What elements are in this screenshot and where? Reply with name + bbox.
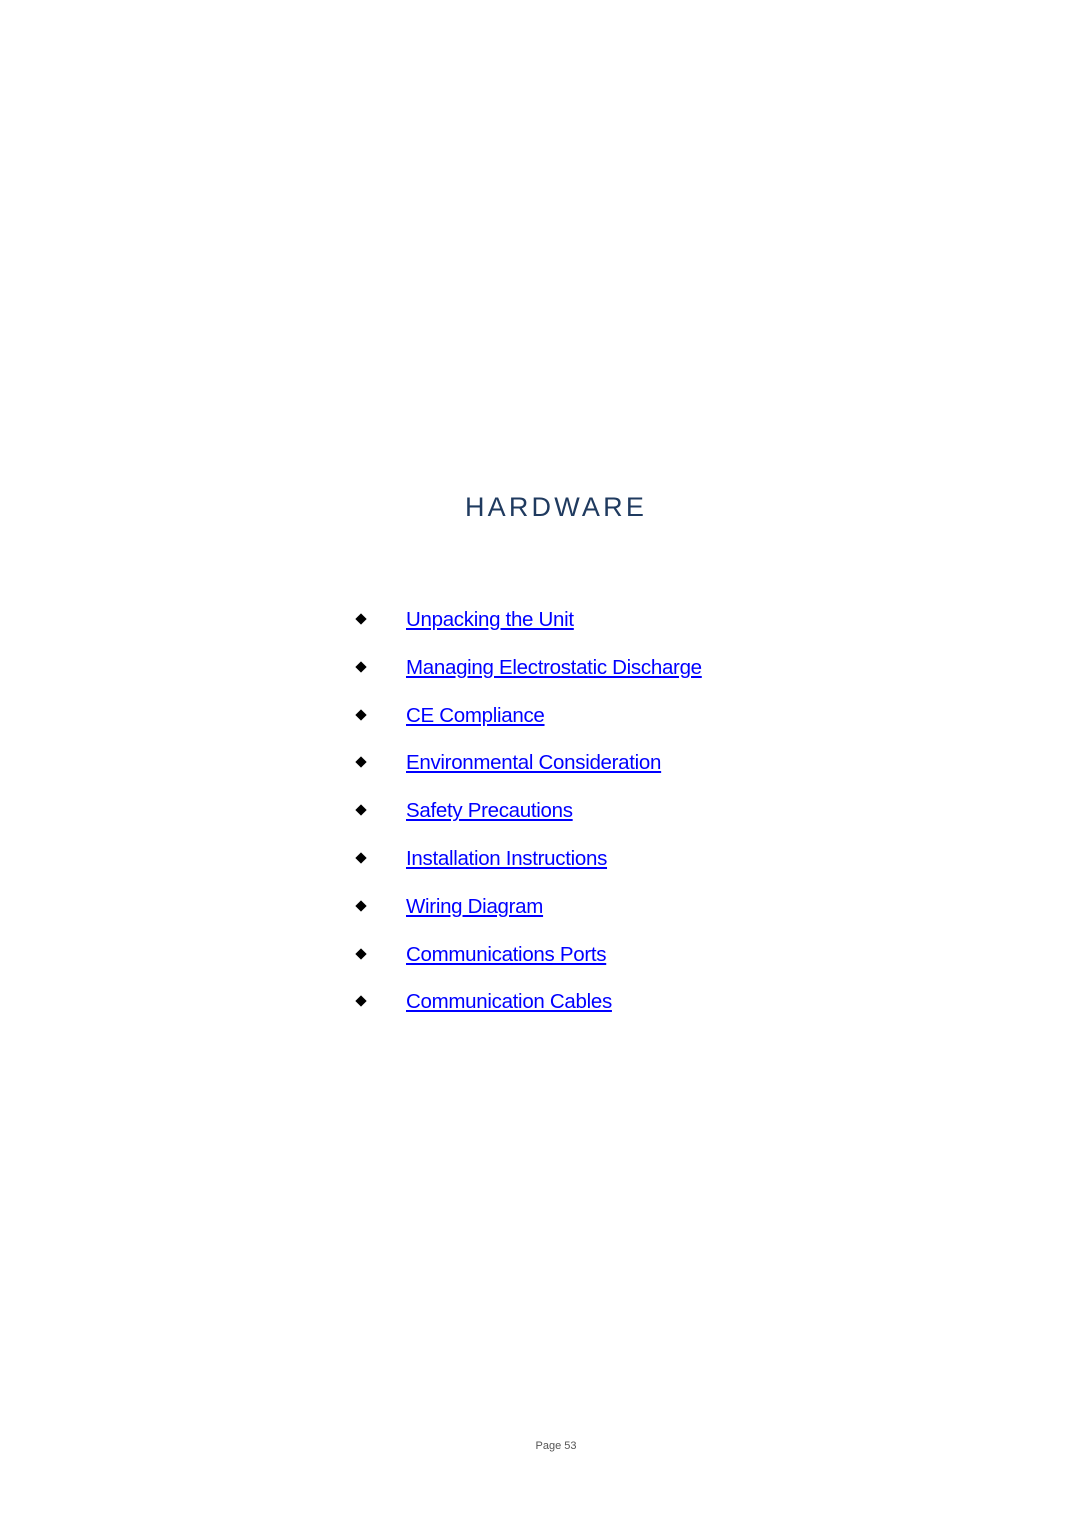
toc-link-communications-ports[interactable]: Communications Ports [406, 940, 607, 970]
diamond-bullet-icon [354, 605, 368, 635]
toc-item-safety: Safety Precautions [354, 796, 702, 844]
diamond-bullet-icon [354, 701, 368, 731]
diamond-bullet-icon [354, 653, 368, 683]
toc-item-comm-ports: Communications Ports [354, 940, 702, 988]
toc-link-managing-electrostatic-discharge[interactable]: Managing Electrostatic Discharge [406, 653, 702, 683]
diamond-bullet-icon [354, 892, 368, 922]
toc-item-environmental: Environmental Consideration [354, 748, 702, 796]
section-title: HARDWARE [464, 492, 648, 522]
toc-link-environmental-consideration[interactable]: Environmental Consideration [406, 748, 661, 778]
toc-item-ce: CE Compliance [354, 701, 702, 749]
diamond-bullet-icon [354, 844, 368, 874]
diamond-bullet-icon [354, 796, 368, 826]
diamond-bullet-icon [354, 987, 368, 1017]
toc-link-installation-instructions[interactable]: Installation Instructions [406, 844, 607, 874]
toc-item-unpacking: Unpacking the Unit [354, 605, 702, 653]
page-number: Page 53 [535, 1440, 577, 1452]
toc-link-safety-precautions[interactable]: Safety Precautions [406, 796, 573, 826]
diamond-bullet-icon [354, 748, 368, 778]
toc-link-unpacking-the-unit[interactable]: Unpacking the Unit [406, 605, 574, 635]
toc-link-ce-compliance[interactable]: CE Compliance [406, 701, 545, 731]
toc-item-comm-cables: Communication Cables [354, 987, 702, 1035]
table-of-contents: Unpacking the Unit Managing Electrostati… [354, 605, 702, 1035]
toc-item-wiring: Wiring Diagram [354, 892, 702, 940]
toc-item-esd: Managing Electrostatic Discharge [354, 653, 702, 701]
diamond-bullet-icon [354, 940, 368, 970]
toc-item-installation: Installation Instructions [354, 844, 702, 892]
toc-link-wiring-diagram[interactable]: Wiring Diagram [406, 892, 543, 922]
toc-link-communication-cables[interactable]: Communication Cables [406, 987, 612, 1017]
